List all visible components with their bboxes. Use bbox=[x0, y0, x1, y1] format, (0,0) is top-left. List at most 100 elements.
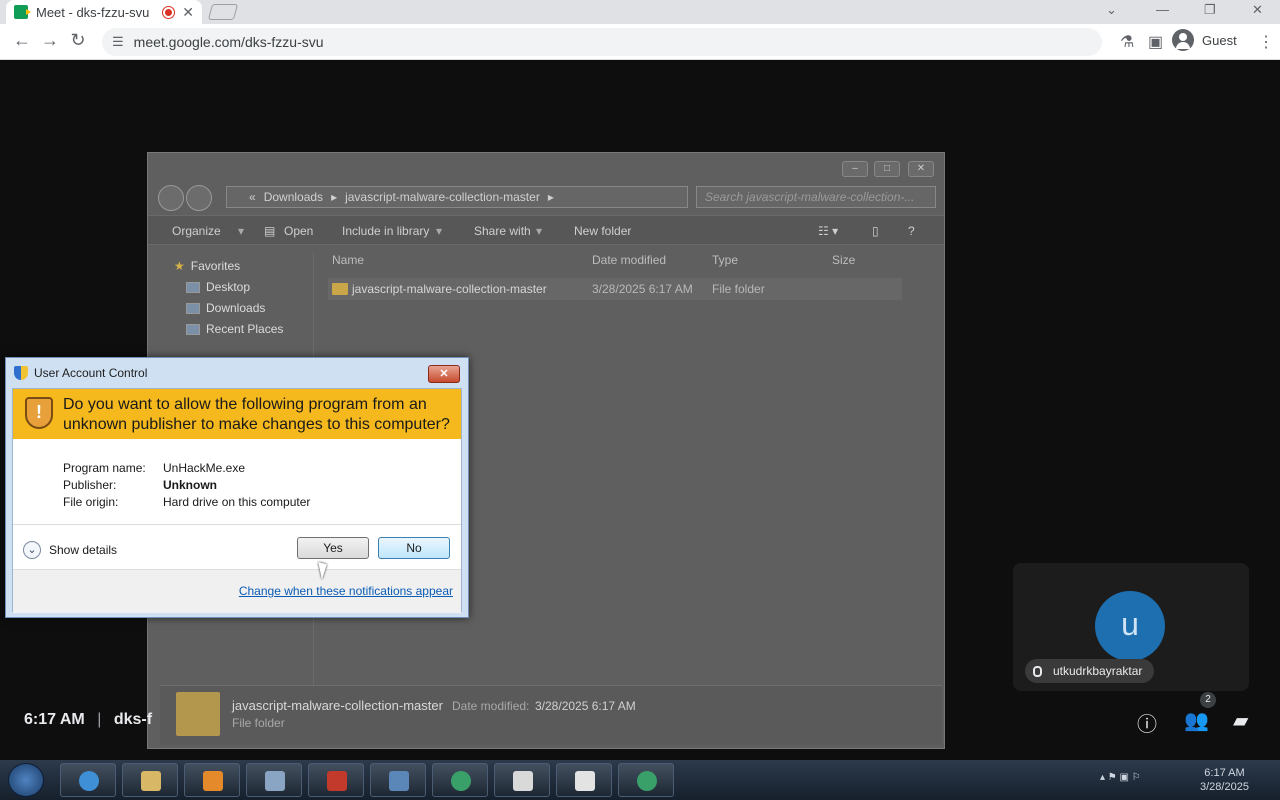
close-window-icon[interactable]: ✕ bbox=[1252, 2, 1263, 18]
nav-downloads[interactable]: Downloads bbox=[186, 301, 265, 315]
explorer-maximize-button[interactable]: □ bbox=[874, 161, 900, 177]
clock-time: 6:17 AM bbox=[1204, 767, 1245, 779]
profile-button[interactable]: Guest bbox=[1172, 29, 1237, 51]
details-date-label: Date modified: bbox=[452, 699, 530, 713]
start-button[interactable] bbox=[8, 763, 44, 797]
file-row[interactable]: javascript-malware-collection-master 3/2… bbox=[328, 278, 902, 300]
details-date: 3/28/2025 6:17 AM bbox=[535, 699, 636, 713]
show-details-toggle[interactable]: ⌄ Show details bbox=[23, 541, 117, 559]
close-tab-icon[interactable]: ✕ bbox=[182, 4, 194, 21]
uac-titlebar: User Account Control bbox=[14, 366, 147, 380]
meeting-code: dks-f bbox=[113, 711, 153, 728]
nav-favorites[interactable]: ★ Favorites bbox=[174, 259, 240, 273]
tray-icons[interactable]: ▴ ⚑ ▣ ⚐ bbox=[1100, 772, 1141, 783]
include-dropdown-icon: ▾ bbox=[436, 224, 443, 238]
folder-icon bbox=[141, 771, 161, 791]
taskbar-media-button[interactable] bbox=[184, 763, 240, 797]
yes-button[interactable]: Yes bbox=[297, 537, 369, 559]
explorer-address-row: « Downloads ▸ javascript-malware-collect… bbox=[148, 183, 944, 213]
chevron-down-icon: ⌄ bbox=[23, 541, 41, 559]
restore-icon[interactable]: ❐ bbox=[1204, 2, 1216, 18]
taskbar-spreadsheet-button[interactable] bbox=[556, 763, 612, 797]
new-folder-button[interactable]: New folder bbox=[574, 224, 631, 238]
guest-avatar-icon bbox=[1172, 29, 1194, 51]
nav-desktop[interactable]: Desktop bbox=[186, 280, 250, 294]
uac-close-button[interactable]: ✕ bbox=[428, 365, 460, 383]
windows-taskbar: ▴ ⚑ ▣ ⚐ 6:17 AM 3/28/2025 bbox=[0, 760, 1280, 800]
participant-count-badge: 2 bbox=[1200, 692, 1216, 708]
breadcrumb-downloads[interactable]: Downloads bbox=[264, 190, 323, 204]
preview-pane-icon[interactable]: ▯ bbox=[872, 224, 879, 238]
nav-recent-places[interactable]: Recent Places bbox=[186, 322, 283, 336]
file-name: javascript-malware-collection-master bbox=[352, 282, 547, 296]
no-button[interactable]: No bbox=[378, 537, 450, 559]
nav-favorites-label: Favorites bbox=[190, 259, 241, 273]
spreadsheet-icon bbox=[575, 771, 595, 791]
address-bar[interactable]: ☰ meet.google.com/dks-fzzu-svu bbox=[102, 28, 1102, 56]
explorer-close-button[interactable]: ✕ bbox=[908, 161, 934, 177]
explorer-back-button[interactable] bbox=[158, 185, 184, 211]
change-notifications-link[interactable]: Change when these notifications appear bbox=[239, 584, 453, 598]
share-dropdown-icon: ▾ bbox=[536, 224, 543, 238]
forward-icon[interactable]: → bbox=[38, 30, 62, 51]
browser-chrome: Meet - dks-fzzu-svu ✕ ⌄ — ❐ ✕ ← → ↻ ☰ me… bbox=[0, 0, 1280, 60]
participant-tile[interactable]: u utkudrkbayraktar bbox=[1013, 563, 1249, 691]
taskbar-toolbox-button[interactable] bbox=[308, 763, 364, 797]
uac-title: User Account Control bbox=[34, 366, 148, 380]
share-with-button[interactable]: Share with bbox=[474, 224, 531, 238]
extensions-icon[interactable]: ⚗ bbox=[1120, 32, 1134, 52]
views-icon[interactable]: ☷ ▾ bbox=[818, 224, 838, 238]
tab-search-icon[interactable]: ⌄ bbox=[1106, 2, 1117, 18]
chat-icon[interactable]: ▰ bbox=[1233, 708, 1248, 733]
menu-icon[interactable]: ⋮ bbox=[1258, 32, 1274, 52]
column-header-name[interactable]: Name bbox=[332, 253, 364, 267]
recent-places-icon bbox=[186, 323, 200, 335]
breadcrumb-folder[interactable]: javascript-malware-collection-master bbox=[345, 190, 540, 204]
column-header-date[interactable]: Date modified bbox=[592, 253, 666, 267]
downloads-icon bbox=[186, 302, 200, 314]
browser-toolbar: ← → ↻ ☰ meet.google.com/dks-fzzu-svu ⚗ ▣… bbox=[0, 24, 1280, 60]
uac-divider bbox=[13, 524, 461, 525]
organize-button[interactable]: Organize bbox=[172, 224, 221, 238]
taskbar-computer-button[interactable] bbox=[246, 763, 302, 797]
help-icon[interactable]: ? bbox=[908, 224, 915, 238]
back-icon[interactable]: ← bbox=[10, 30, 34, 51]
open-button[interactable]: Open bbox=[284, 224, 313, 238]
explorer-minimize-button[interactable]: – bbox=[842, 161, 868, 177]
organize-dropdown-icon: ▾ bbox=[238, 224, 245, 238]
new-tab-button[interactable] bbox=[207, 4, 239, 20]
open-icon: ▤ bbox=[264, 224, 276, 238]
media-player-icon bbox=[203, 771, 223, 791]
explorer-address-bar[interactable]: « Downloads ▸ javascript-malware-collect… bbox=[226, 186, 688, 208]
column-header-type[interactable]: Type bbox=[712, 253, 738, 267]
column-header-size[interactable]: Size bbox=[832, 253, 855, 267]
taskbar-browser-button[interactable] bbox=[618, 763, 674, 797]
meeting-time-code: 6:17 AM | dks-f bbox=[24, 711, 152, 729]
system-clock[interactable]: 6:17 AM 3/28/2025 bbox=[1200, 766, 1249, 794]
people-icon[interactable]: 👥 bbox=[1184, 708, 1209, 733]
taskbar-ie-button[interactable] bbox=[60, 763, 116, 797]
side-panel-icon[interactable]: ▣ bbox=[1148, 32, 1163, 52]
file-type: File folder bbox=[712, 282, 765, 296]
include-in-library-button[interactable]: Include in library bbox=[342, 224, 429, 238]
taskbar-network-button[interactable] bbox=[370, 763, 426, 797]
meeting-info-icon[interactable]: ⓘ bbox=[1137, 708, 1157, 737]
site-info-icon[interactable]: ☰ bbox=[112, 34, 124, 50]
explorer-details-pane: javascript-malware-collection-master Dat… bbox=[160, 685, 942, 745]
explorer-titlebar bbox=[148, 153, 944, 181]
breadcrumb-arrow-icon: ▸ bbox=[331, 190, 338, 204]
browser-tab[interactable]: Meet - dks-fzzu-svu ✕ bbox=[6, 0, 202, 24]
uac-question: Do you want to allow the following progr… bbox=[63, 396, 450, 433]
taskbar-document-button[interactable] bbox=[494, 763, 550, 797]
reload-icon[interactable]: ↻ bbox=[66, 30, 90, 51]
tab-title: Meet - dks-fzzu-svu bbox=[36, 4, 150, 20]
explorer-search-input[interactable]: Search javascript-malware-collection-... bbox=[696, 186, 936, 208]
file-origin-value: Hard drive on this computer bbox=[163, 495, 311, 509]
details-type: File folder bbox=[232, 716, 285, 730]
explorer-forward-button[interactable] bbox=[186, 185, 212, 211]
minimize-icon[interactable]: — bbox=[1156, 2, 1169, 17]
taskbar-globe-button[interactable] bbox=[432, 763, 488, 797]
chevron-left-icon: « bbox=[249, 190, 256, 204]
ie-icon bbox=[79, 771, 99, 791]
taskbar-explorer-button[interactable] bbox=[122, 763, 178, 797]
